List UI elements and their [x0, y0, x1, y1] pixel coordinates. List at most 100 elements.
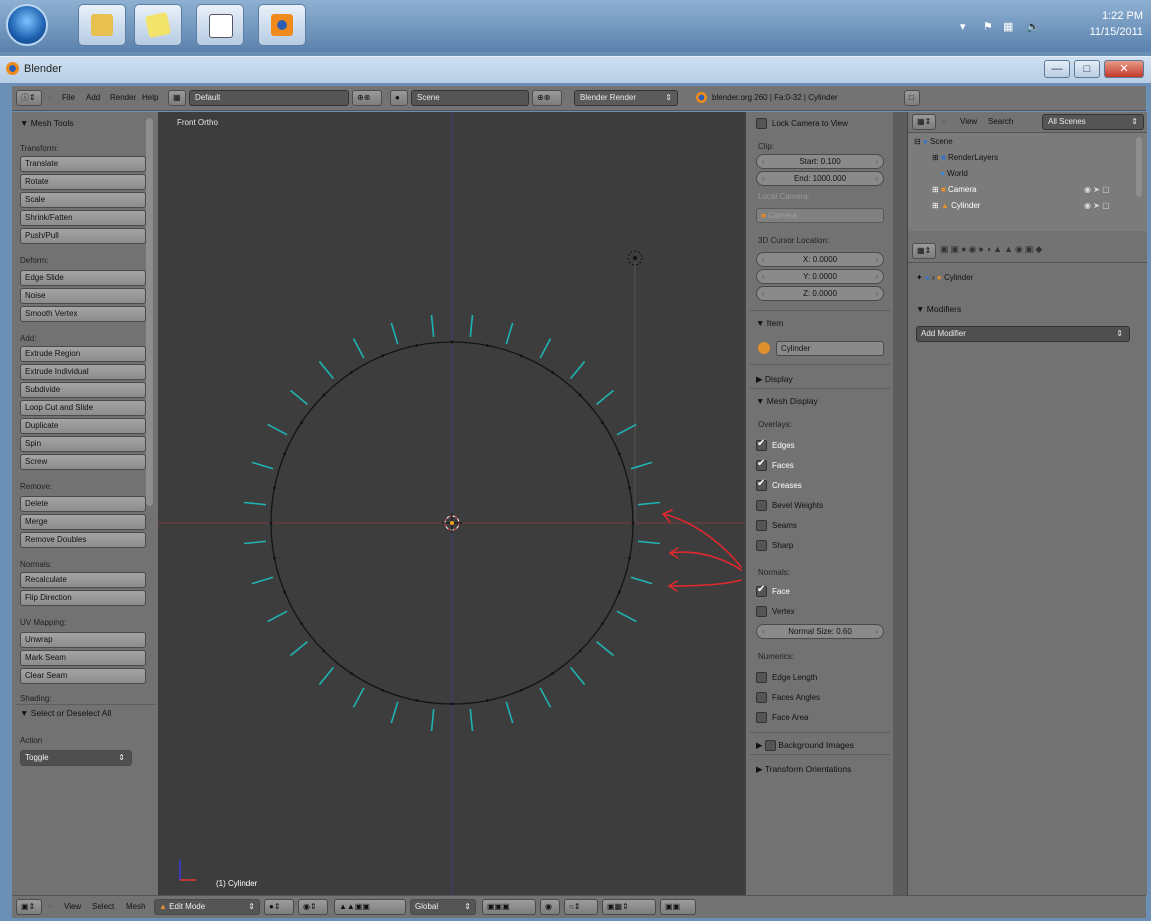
3d-viewport[interactable]: Front Ortho (1) Cylinder [158, 112, 745, 895]
overlay-sharp-checkbox[interactable]: Sharp [756, 540, 793, 551]
clip-start-field[interactable]: ‹ Start: 0.100 › [756, 154, 884, 169]
edge-slide-button[interactable]: Edge Slide [20, 270, 146, 286]
cylinder-visibility-icons[interactable]: ◉ ➤ ▢ [1084, 201, 1110, 210]
volume-icon[interactable]: 🔈 [1026, 20, 1040, 33]
extrude-region-button[interactable]: Extrude Region [20, 346, 146, 362]
menu-help[interactable]: Help [142, 93, 158, 102]
close-button[interactable]: ✕ [1104, 60, 1144, 78]
render-engine-select[interactable]: Blender Render ⇕ [574, 90, 678, 106]
outliner-editor-type-button[interactable]: ▦⇕ [912, 114, 936, 130]
action-select[interactable]: Toggle ⇕ [20, 750, 132, 766]
rotate-button[interactable]: Rotate [20, 174, 146, 190]
outliner-row-scene[interactable]: ⊟ ● Scene [914, 137, 953, 146]
outliner-display-mode-select[interactable]: All Scenes ⇕ [1042, 114, 1144, 130]
occlude-geometry-button[interactable]: ◉ [540, 899, 560, 915]
display-panel-header[interactable]: ▶ Display [756, 374, 793, 385]
push-pull-button[interactable]: Push/Pull [20, 228, 146, 244]
clear-seam-button[interactable]: Clear Seam [20, 668, 146, 684]
add-modifier-select[interactable]: Add Modifier ⇕ [916, 326, 1130, 342]
menu-render[interactable]: Render [110, 93, 136, 102]
edge-length-checkbox[interactable]: Edge Length [756, 672, 817, 683]
item-panel-header[interactable]: ▼ Item [756, 318, 783, 328]
merge-button[interactable]: Merge [20, 514, 146, 530]
menu-add[interactable]: Add [86, 93, 100, 102]
mode-select[interactable]: ▲ Edit Mode ⇕ [154, 899, 260, 915]
network-icon[interactable]: ▦ [1003, 20, 1013, 33]
extrude-individual-button[interactable]: Extrude Individual [20, 364, 146, 380]
collapse-icon[interactable]: ○ [48, 902, 53, 911]
face-angles-checkbox[interactable]: Faces Angles [756, 692, 820, 703]
overlay-seams-checkbox[interactable]: Seams [756, 520, 797, 531]
collapse-icon[interactable]: ○ [48, 93, 53, 102]
scene-add-remove[interactable]: ⊕⊗ [532, 90, 562, 106]
screen-layout-icon[interactable]: ▦ [168, 90, 186, 106]
translate-button[interactable]: Translate [20, 156, 146, 172]
sticky-notes-taskbar-button[interactable] [134, 4, 182, 46]
mark-seam-button[interactable]: Mark Seam [20, 650, 146, 666]
operator-panel-header[interactable]: ▼ Select or Deselect All [20, 708, 111, 718]
select-menu[interactable]: Select [92, 902, 114, 911]
outliner-row-renderlayers[interactable]: ⊞ ■ RenderLayers [932, 153, 998, 162]
file-explorer-taskbar-button[interactable] [78, 4, 126, 46]
panel-mesh-tools-header[interactable]: ▼ Mesh Tools [20, 118, 74, 128]
calendar-taskbar-button[interactable] [196, 4, 244, 46]
viewport-shading-select[interactable]: ●⇕ [264, 899, 294, 915]
cursor-x-field[interactable]: ‹ X: 0.0000 › [756, 252, 884, 267]
blender-taskbar-button[interactable] [258, 4, 306, 46]
unwrap-button[interactable]: Unwrap [20, 632, 146, 648]
noise-button[interactable]: Noise [20, 288, 146, 304]
duplicate-button[interactable]: Duplicate [20, 418, 146, 434]
render-buttons[interactable]: ▣▣ [660, 899, 696, 915]
delete-button[interactable]: Delete [20, 496, 146, 512]
outliner-row-world[interactable]: ● World [940, 169, 968, 178]
screen-layout-field[interactable]: Default [189, 90, 349, 106]
action-center-icon[interactable]: ⚑ [983, 20, 993, 33]
background-images-box[interactable] [764, 740, 776, 752]
system-clock[interactable]: 1:22 PM 11/15/2011 [1090, 8, 1143, 40]
viewport-canvas[interactable] [158, 112, 745, 895]
overlay-edges-checkbox[interactable]: Edges [756, 438, 795, 451]
local-camera-field[interactable]: ■ Camera [756, 208, 884, 223]
overlay-bevel-weights-checkbox[interactable]: Bevel Weights [756, 500, 823, 511]
mesh-menu[interactable]: Mesh [126, 902, 146, 911]
loop-cut-and-slide-button[interactable]: Loop Cut and Slide [20, 400, 146, 416]
pin-icon[interactable]: ✦ [916, 273, 923, 282]
spin-button[interactable]: Spin [20, 436, 146, 452]
properties-context-tabs[interactable]: ▣▣●◉●◑▲▲◉▣◆ [940, 244, 1044, 255]
tray-arrow-icon[interactable]: ▾ [960, 20, 966, 33]
vertex-normals-checkbox[interactable]: Vertex [756, 606, 795, 617]
overlay-faces-checkbox[interactable]: Faces [756, 458, 794, 471]
start-orb-icon[interactable] [6, 4, 48, 46]
select-mode-buttons[interactable]: ▣▣▣ [482, 899, 536, 915]
recalculate-button[interactable]: Recalculate [20, 572, 146, 588]
screw-button[interactable]: Screw [20, 454, 146, 470]
outliner-scrollbar[interactable] [1136, 137, 1142, 197]
mesh-display-panel-header[interactable]: ▼ Mesh Display [756, 396, 818, 406]
background-images-panel-header[interactable]: ▶ Background Images [756, 740, 854, 752]
scene-icon[interactable]: ● [390, 90, 408, 106]
outliner-view-menu[interactable]: View [960, 117, 977, 126]
transform-orientation-select[interactable]: Global ⇕ [410, 899, 476, 915]
outliner-row-camera[interactable]: ⊞ ■ Camera [932, 185, 976, 194]
smooth-vertex-button[interactable]: Smooth Vertex [20, 306, 146, 322]
screen-layout-add-remove[interactable]: ⊕⊗ [352, 90, 382, 106]
object-name-field[interactable]: Cylinder [776, 341, 884, 356]
camera-visibility-icons[interactable]: ◉ ➤ ▢ [1084, 185, 1110, 194]
cursor-y-field[interactable]: ‹ Y: 0.0000 › [756, 269, 884, 284]
scene-field[interactable]: Scene [411, 90, 529, 106]
modifiers-panel-header[interactable]: ▼ Modifiers [916, 304, 961, 314]
minimize-button[interactable]: — [1044, 60, 1070, 78]
tool-shelf-scrollbar[interactable] [146, 118, 153, 506]
editor-type-button[interactable]: ▣⇕ [16, 899, 42, 915]
shrink-fatten-button[interactable]: Shrink/Fatten [20, 210, 146, 226]
menu-file[interactable]: File [62, 93, 75, 102]
outliner-row-cylinder[interactable]: ⊞ ▲ Cylinder [932, 201, 980, 210]
collapse-icon[interactable]: ○ [942, 117, 947, 126]
properties-editor-type-button[interactable]: ▦⇕ [912, 243, 936, 259]
remove-doubles-button[interactable]: Remove Doubles [20, 532, 146, 548]
subdivide-button[interactable]: Subdivide [20, 382, 146, 398]
manipulator-buttons[interactable]: ▲▲▣▣ [334, 899, 406, 915]
cursor-z-field[interactable]: ‹ Z: 0.0000 › [756, 286, 884, 301]
snap-buttons[interactable]: ▣▦⇕ [602, 899, 656, 915]
maximize-button[interactable]: □ [1074, 60, 1100, 78]
